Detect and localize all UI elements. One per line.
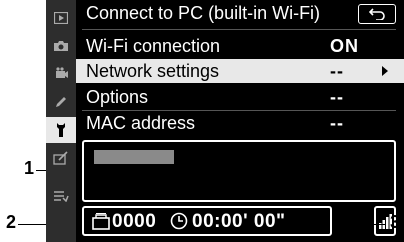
callout-3-leader: [368, 224, 386, 225]
menu-content: Connect to PC (built-in Wi-Fi) Wi-Fi con…: [76, 0, 404, 242]
menu-sidebar: [46, 0, 76, 242]
menu-row-value: --: [330, 61, 344, 81]
menu-row-label: MAC address: [86, 113, 196, 133]
menu-row-options[interactable]: Options --: [76, 85, 404, 109]
chevron-right-icon: [382, 66, 388, 76]
back-button[interactable]: [358, 4, 396, 24]
menu-row-value: --: [330, 87, 344, 107]
menu-row-label: Wi-Fi connection: [86, 36, 221, 56]
clock-icon: [170, 212, 188, 230]
my-menu-icon[interactable]: [46, 183, 76, 209]
divider: [82, 29, 396, 30]
movie-camera-icon[interactable]: [46, 61, 76, 87]
menu-row-network-settings[interactable]: Network settings --: [76, 59, 404, 83]
retouch-icon[interactable]: [46, 145, 76, 171]
redacted-network-name: [94, 150, 174, 164]
callout-1: 1: [24, 158, 35, 178]
menu-title-row: Connect to PC (built-in Wi-Fi): [76, 0, 404, 28]
playback-icon[interactable]: [46, 5, 76, 31]
frames-remaining-icon: [92, 213, 110, 230]
wrench-icon[interactable]: [46, 117, 76, 143]
photo-camera-icon[interactable]: [46, 33, 76, 59]
status-bar: 0000 00:00' 00": [82, 206, 332, 236]
menu-row-value: ON: [330, 36, 359, 56]
pencil-icon[interactable]: [46, 89, 76, 115]
callout-2: 2: [6, 212, 17, 232]
callout-3: 3: [390, 212, 401, 232]
menu-row-wifi-connection[interactable]: Wi-Fi connection ON: [76, 34, 404, 58]
return-arrow-icon: [369, 8, 385, 20]
menu-row-mac-address[interactable]: MAC address --: [76, 111, 404, 135]
page-title: Connect to PC (built-in Wi-Fi): [86, 3, 321, 23]
frames-remaining-count: 0000: [112, 211, 157, 232]
info-display-box: [82, 140, 396, 202]
menu-row-value: --: [330, 113, 344, 133]
menu-row-label: Network settings: [86, 61, 220, 81]
camera-menu-screen: Connect to PC (built-in Wi-Fi) Wi-Fi con…: [46, 0, 404, 242]
recording-time: 00:00' 00": [192, 211, 286, 232]
menu-row-label: Options: [86, 87, 149, 107]
